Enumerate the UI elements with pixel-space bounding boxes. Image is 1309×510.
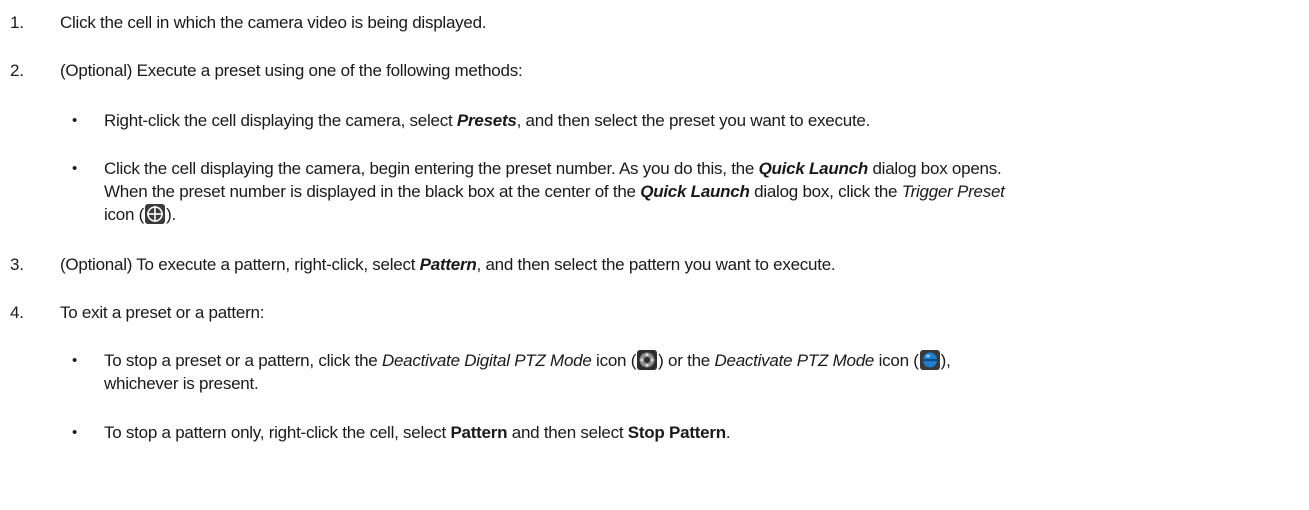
deactivate-digital-ptz-icon (637, 350, 658, 370)
text-segment: Right-click the cell displaying the came… (104, 111, 457, 130)
step-text: Click the cell in which the camera video… (60, 13, 487, 32)
text-segment: To stop a preset or a pattern, click the (104, 351, 382, 370)
step-text: To exit a preset or a pattern: (60, 303, 265, 322)
text-segment: ), (940, 351, 951, 370)
instruction-document: 1. Click the cell in which the camera vi… (0, 0, 1309, 510)
menu-term: Pattern (450, 423, 508, 442)
text-segment: icon ( (104, 205, 145, 224)
text-segment: icon ( (591, 351, 637, 370)
text-segment: icon ( (874, 351, 919, 370)
menu-term: Pattern (419, 255, 477, 274)
bullet-marker: • (72, 352, 78, 369)
text-segment: ). (166, 205, 176, 224)
bullet-text: To stop a preset or a pattern, click the… (104, 350, 951, 372)
bullet-text: To stop a pattern only, right-click the … (104, 422, 731, 444)
icon-term: Deactivate PTZ Mode (714, 351, 875, 370)
bullet-marker: • (72, 112, 78, 129)
bullet-marker: • (72, 424, 78, 441)
bullet-text: whichever is present. (104, 374, 259, 393)
text-segment: . (725, 423, 731, 442)
step-text: (Optional) Execute a preset using one of… (60, 61, 523, 80)
step-number: 2. (10, 61, 24, 80)
bullet-marker: • (72, 160, 78, 177)
bullet-text: When the preset number is displayed in t… (104, 181, 1005, 203)
text-segment: , and then select the pattern you want t… (476, 255, 836, 274)
trigger-preset-icon (145, 204, 166, 224)
step-text: (Optional) To execute a pattern, right-c… (60, 254, 836, 276)
text-segment: dialog box, click the (749, 182, 902, 201)
menu-term: Stop Pattern (627, 423, 726, 442)
dialog-term: Quick Launch (758, 159, 869, 178)
text-segment: , and then select the preset you want to… (516, 111, 871, 130)
text-segment: and then select (507, 423, 628, 442)
deactivate-ptz-icon (919, 350, 940, 370)
step-number: 3. (10, 255, 24, 274)
step-number: 1. (10, 13, 24, 32)
text-segment: Click the cell displaying the camera, be… (104, 159, 759, 178)
icon-term: Trigger Preset (901, 182, 1005, 201)
text-segment: (Optional) To execute a pattern, right-c… (60, 255, 420, 274)
icon-term: Deactivate Digital PTZ Mode (381, 351, 592, 370)
dialog-term: Quick Launch (640, 182, 750, 201)
text-segment: dialog box opens. (867, 159, 1002, 178)
text-segment: To stop a pattern only, right-click the … (104, 423, 451, 442)
bullet-text: icon (). (104, 204, 176, 226)
text-segment: ) or the (658, 351, 715, 370)
menu-term: Presets (456, 111, 517, 130)
bullet-text: Click the cell displaying the camera, be… (104, 158, 1002, 180)
text-segment: When the preset number is displayed in t… (104, 182, 641, 201)
step-number: 4. (10, 303, 24, 322)
bullet-text: Right-click the cell displaying the came… (104, 110, 870, 132)
